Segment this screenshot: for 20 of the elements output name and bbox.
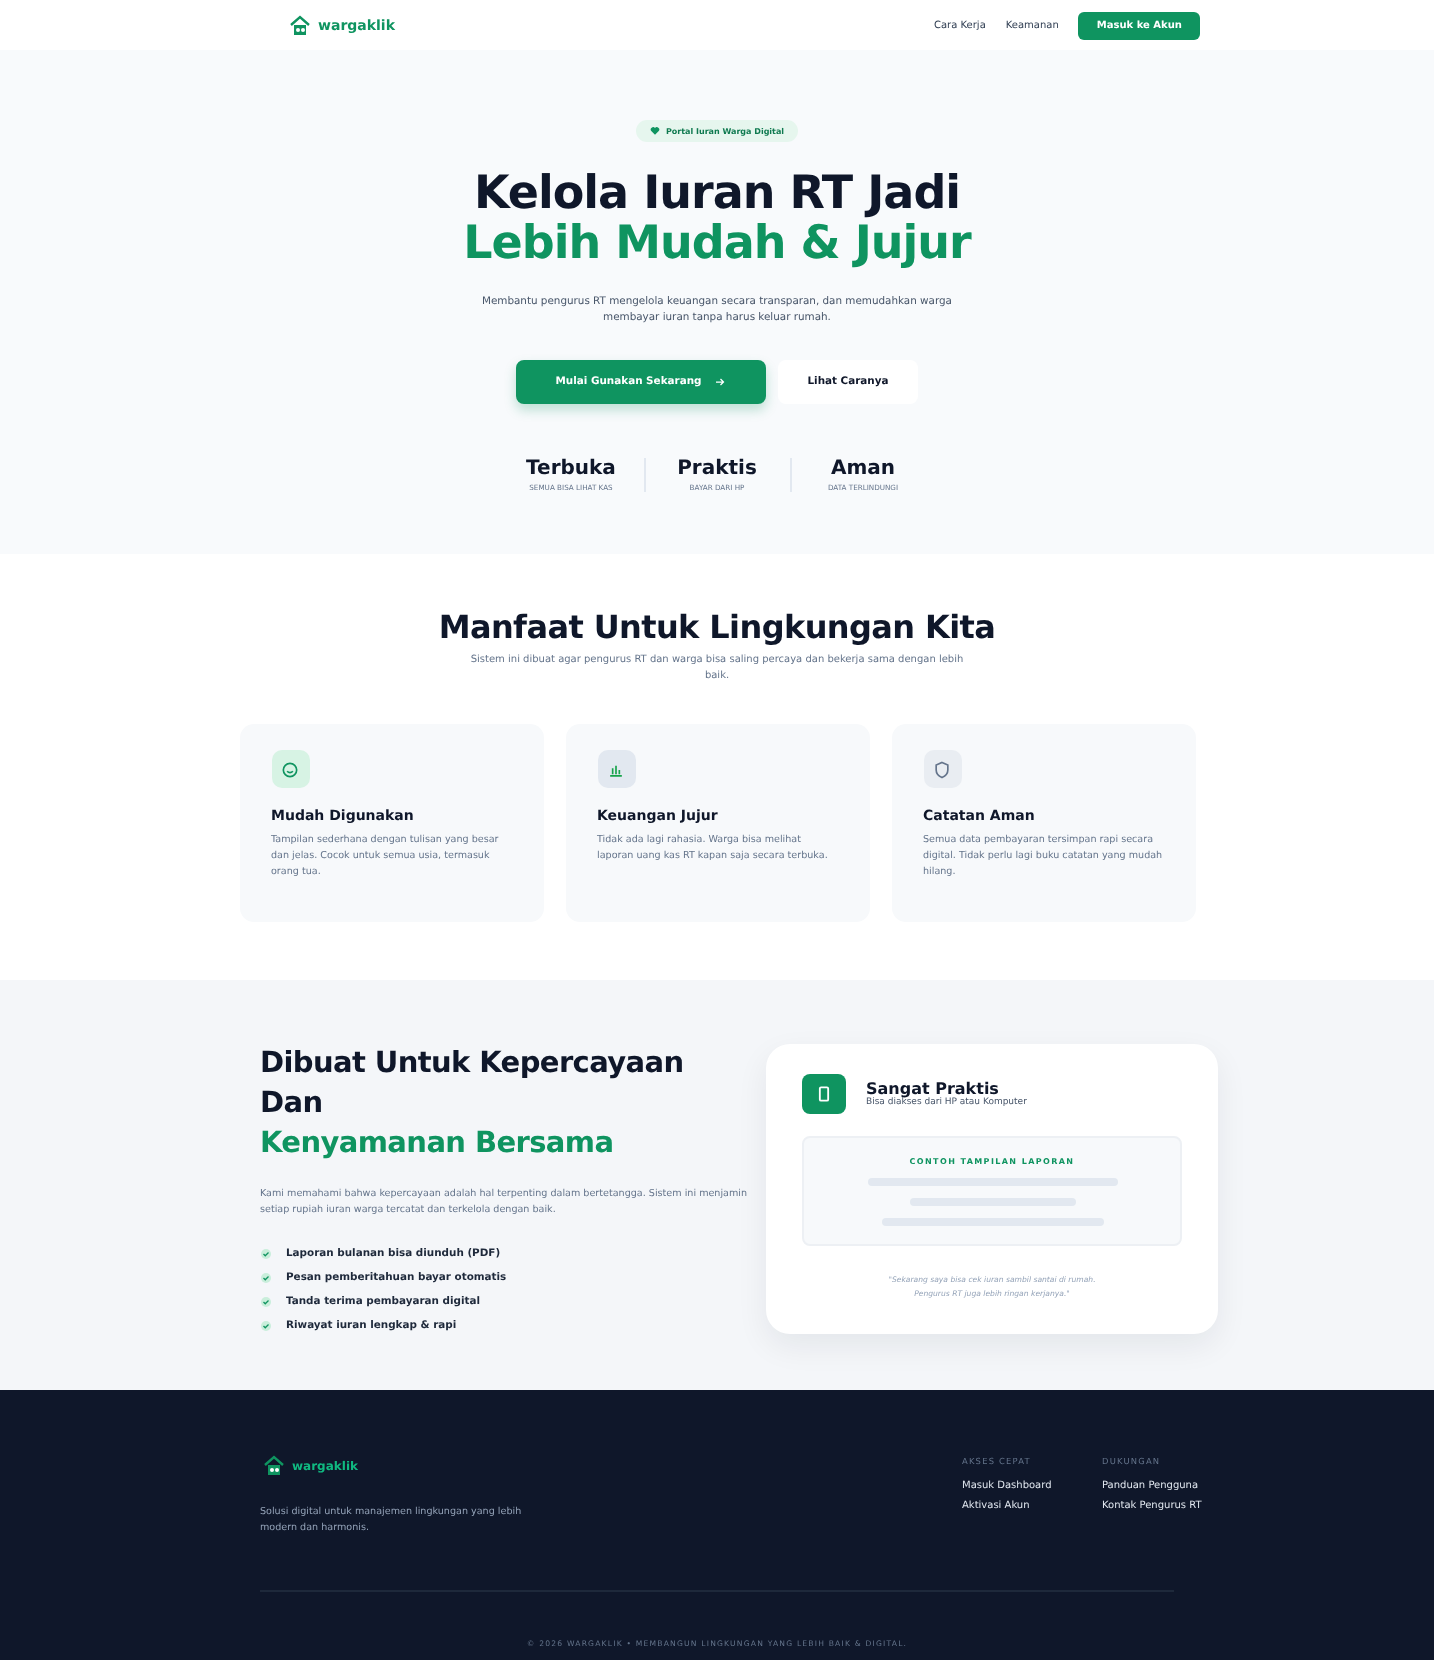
section-title: Dan Kenyamanan Bersama bbox=[260, 1086, 616, 1164]
smile-icon bbox=[280, 759, 300, 779]
section-title: Manfaat Untuk Lingkungan Kita bbox=[438, 608, 996, 646]
card-title: Sangat Praktis bbox=[866, 1080, 999, 1098]
stat-title: Praktis bbox=[677, 458, 757, 480]
stat-title: Terbuka bbox=[526, 458, 616, 480]
check-circle-icon bbox=[260, 1248, 272, 1260]
shield-icon bbox=[932, 759, 952, 779]
house-logo-icon bbox=[286, 13, 314, 37]
house-logo-icon bbox=[260, 1454, 288, 1478]
check-circle-icon bbox=[260, 1320, 272, 1332]
phone-icon bbox=[814, 1084, 834, 1104]
stat-title: Aman bbox=[830, 458, 896, 480]
arrow-right-icon bbox=[713, 376, 726, 388]
check-circle-icon bbox=[260, 1296, 272, 1308]
section-title: Dibuat Untuk Kepercayaan bbox=[260, 1046, 686, 1084]
check-circle-icon bbox=[260, 1272, 272, 1284]
hero-title: Lebih Mudah & Jujur bbox=[463, 220, 971, 270]
heart-icon bbox=[649, 126, 660, 136]
hero-title: Kelola Iuran RT Jadi bbox=[471, 170, 963, 220]
